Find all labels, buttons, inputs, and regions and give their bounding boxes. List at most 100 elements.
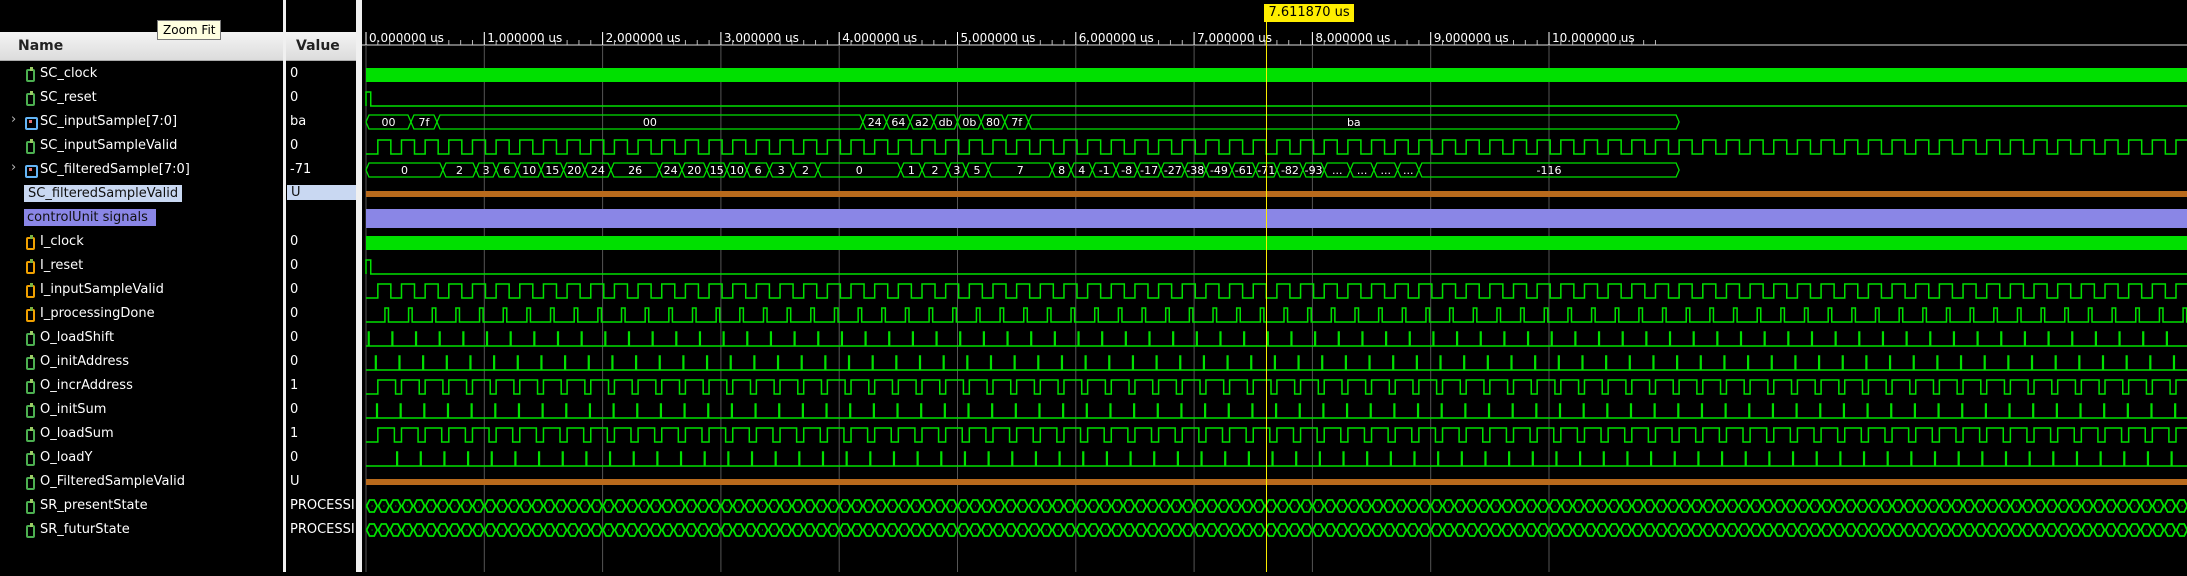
signal-name: O_initSum (40, 402, 107, 417)
reset-wave (365, 91, 2187, 107)
filtered-sample-value-label: 2 (932, 164, 939, 177)
input-port-icon (25, 259, 35, 274)
signal-row[interactable]: O_loadShift 0 (0, 326, 356, 350)
column-divider[interactable] (283, 0, 286, 572)
name-column-header[interactable]: Name (0, 32, 283, 61)
bus-signal-icon (25, 115, 38, 130)
group-band (366, 209, 2187, 228)
expand-chevron-icon[interactable]: › (11, 160, 16, 175)
time-tick-label: 5.000000 us (961, 31, 1036, 45)
signal-value: 1 (290, 426, 299, 441)
filtered-sample-value-label: -82 (1281, 164, 1299, 177)
signal-row[interactable]: SR_presentState PROCESSING (0, 494, 356, 518)
bit-signal-icon (25, 499, 35, 514)
clock-wave (366, 68, 2187, 82)
time-tick-label: 10.000000 us (1552, 31, 1635, 45)
filtered-sample-value-label: 20 (687, 164, 701, 177)
signal-name: SC_filteredSampleValid (24, 185, 183, 202)
init-address-wave (366, 355, 2187, 371)
signal-row[interactable]: O_initAddress 0 (0, 350, 356, 374)
input-port-icon (25, 283, 35, 298)
signal-name: SR_presentState (40, 498, 148, 513)
signal-row[interactable]: I_processingDone 0 (0, 302, 356, 326)
filtered-sample-value-label: 5 (974, 164, 981, 177)
signal-value: 0 (290, 282, 299, 297)
signal-row[interactable]: O_incrAddress 1 (0, 374, 356, 398)
load-y-wave (366, 451, 2187, 467)
signal-value: 0 (290, 306, 299, 321)
signal-value: -71 (290, 162, 312, 177)
signal-row[interactable]: › SC_filteredSample[7:0] -71 (0, 158, 356, 182)
signal-row[interactable]: O_loadSum 1 (0, 422, 356, 446)
signal-row[interactable]: SC_reset 0 (0, 86, 356, 110)
signal-row[interactable]: O_FilteredSampleValid U (0, 470, 356, 494)
filtered-sample-value-label: 8 (1058, 164, 1065, 177)
signal-value: 0 (290, 258, 299, 273)
input-sample-value-label: 0b (962, 116, 976, 129)
signal-value: 0 (290, 354, 299, 369)
input-sample-value-label: a2 (915, 116, 929, 129)
signal-row[interactable]: O_loadY 0 (0, 446, 356, 470)
signal-row[interactable]: I_inputSampleValid 0 (0, 278, 356, 302)
time-tick-label: 0.000000 us (369, 31, 444, 45)
signal-value: U (290, 474, 300, 489)
reset-wave (365, 259, 2187, 275)
signal-row[interactable]: I_reset 0 (0, 254, 356, 278)
filtered-sample-value-label: 24 (664, 164, 678, 177)
value-column-header[interactable]: Value (286, 32, 356, 61)
signal-name: O_loadShift (40, 330, 115, 345)
signal-value: PROCESSING (290, 522, 354, 537)
time-tick-label: 6.000000 us (1079, 31, 1154, 45)
signal-row[interactable]: controlUnit signals (0, 206, 356, 230)
input-sample-value-label: 00 (643, 116, 657, 129)
filtered-sample-value-label: -27 (1164, 164, 1182, 177)
bit-signal-icon (25, 379, 35, 394)
signal-row[interactable]: › SC_inputSample[7:0] ba (0, 110, 356, 134)
bit-signal-icon (25, 331, 35, 346)
filtered-sample-value-label: -8 (1121, 164, 1132, 177)
signal-value: PROCESSING (290, 498, 354, 513)
signal-value: 0 (290, 234, 299, 249)
filtered-sample-value-label: 26 (628, 164, 642, 177)
time-tick-label: 8.000000 us (1315, 31, 1390, 45)
filtered-sample-value-label: ... (1403, 164, 1414, 177)
signal-name: SC_inputSample[7:0] (40, 114, 178, 129)
signal-name: SC_filteredSample[7:0] (40, 162, 190, 177)
signal-row[interactable]: O_initSum 0 (0, 398, 356, 422)
filtered-sample-value-label: -1 (1099, 164, 1110, 177)
value-header-label: Value (296, 38, 340, 54)
waveform-panel[interactable]: 0.000000 us 1.000000 us 2.000000 us 3.00000… (362, 0, 2187, 572)
signal-name: O_loadSum (40, 426, 114, 441)
input-sample-value-label: 00 (381, 116, 395, 129)
filtered-sample-value-label: 0 (401, 164, 408, 177)
input-sample-value-label: 7f (1011, 116, 1023, 129)
incr-address-wave (366, 379, 2187, 395)
filtered-sample-value-label: 3 (778, 164, 785, 177)
filtered-sample-value-label: -38 (1186, 164, 1204, 177)
bit-signal-icon (25, 451, 35, 466)
bit-signal-icon (25, 427, 35, 442)
bus-signal-icon (25, 163, 38, 178)
filtered-sample-value-label: 4 (1078, 164, 1085, 177)
signal-row[interactable]: SC_filteredSampleValid U (0, 182, 357, 206)
signal-row[interactable]: SC_inputSampleValid 0 (0, 134, 356, 158)
signal-name: I_inputSampleValid (40, 282, 164, 297)
waveform-viewer: Name Value SC_clock 0 SC_reset 0 › SC_inputSa… (0, 0, 2187, 572)
expand-chevron-icon[interactable]: › (11, 112, 16, 127)
signal-value: 0 (290, 138, 299, 153)
signal-row[interactable]: SR_futurState PROCESSING (0, 518, 356, 542)
filtered-sample-value-label: 10 (522, 164, 536, 177)
input-sample-value-label: db (939, 116, 953, 129)
cursor-time-label[interactable]: 7.611870 us (1264, 4, 1354, 22)
waveform-canvas[interactable]: 0.000000 us 1.000000 us 2.000000 us 3.00000… (362, 0, 2187, 572)
filtered-sample-value-label: 2 (802, 164, 809, 177)
signal-name: I_reset (40, 258, 84, 273)
bit-signal-icon (25, 91, 35, 106)
filtered-sample-value-label: 24 (591, 164, 605, 177)
name-header-label: Name (18, 38, 64, 54)
signal-name: I_processingDone (40, 306, 155, 321)
filtered-sample-value-label: 6 (503, 164, 510, 177)
signal-row[interactable]: I_clock 0 (0, 230, 356, 254)
bit-signal-icon (25, 139, 35, 154)
signal-row[interactable]: SC_clock 0 (0, 62, 356, 86)
